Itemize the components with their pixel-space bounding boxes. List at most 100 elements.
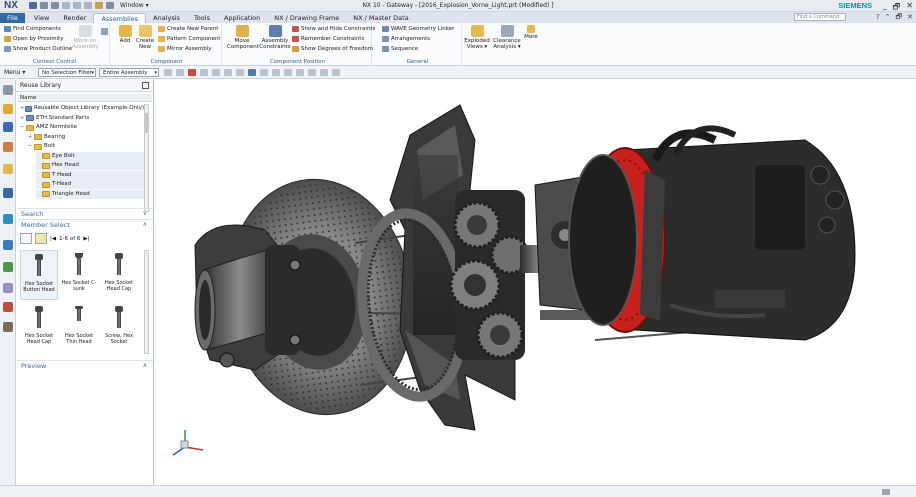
deselect-icon[interactable] (176, 68, 184, 76)
sequence-button[interactable]: Sequence (382, 46, 418, 52)
select-faces-icon[interactable] (200, 68, 208, 76)
part-navigator-icon[interactable] (3, 142, 13, 152)
tree-scrollbar[interactable] (144, 104, 149, 212)
save-icon[interactable] (29, 2, 37, 9)
assembly-constraints-button[interactable]: Assembly Constraints (259, 25, 291, 50)
rotate-icon[interactable] (284, 68, 292, 76)
mirror-assembly-button[interactable]: Mirror Assembly (158, 46, 211, 52)
tree-node[interactable]: + ETH Standard Parts (20, 114, 144, 123)
member-item[interactable]: Hex Socket Button Head (20, 250, 58, 300)
add-component-button[interactable]: Add (116, 25, 134, 44)
find-components-button[interactable]: Find Components (4, 26, 61, 32)
layer-icon[interactable] (332, 68, 340, 76)
selection-filter-dropdown[interactable]: No Selection Filter (38, 67, 96, 77)
member-select-section-header[interactable]: Member Select ∧ (17, 219, 153, 229)
electric-motor[interactable] (568, 125, 856, 341)
tab-drawing-frame[interactable]: NX / Drawing Frame (267, 13, 346, 23)
more-button[interactable]: More (523, 25, 539, 40)
tree-node[interactable]: T Head (36, 170, 144, 180)
context-tools-icon[interactable] (101, 28, 108, 35)
filter-dropdown[interactable] (35, 233, 47, 244)
history-icon[interactable] (3, 240, 13, 250)
window-menu[interactable]: Window ▾ (120, 2, 149, 9)
process-studio-icon[interactable] (3, 283, 13, 293)
tree-node[interactable]: Hex Head (36, 161, 144, 170)
tab-tools[interactable]: Tools (187, 13, 217, 23)
last-page-button[interactable]: ▶| (83, 236, 89, 242)
create-new-parent-button[interactable]: Create New Parent (158, 26, 218, 32)
show-product-outline-button[interactable]: Show Product Outline (4, 46, 72, 52)
fit-view-icon[interactable] (260, 68, 268, 76)
undo-icon[interactable] (40, 2, 48, 9)
cut-icon[interactable] (62, 2, 70, 9)
create-new-button[interactable]: Create New (134, 25, 156, 50)
exploded-views-button[interactable]: Exploded Views ▾ (464, 25, 490, 50)
find-command-input[interactable]: Find a Command (794, 13, 846, 21)
zoom-icon[interactable] (272, 68, 280, 76)
panel-pin-icon[interactable] (142, 82, 149, 89)
tab-view[interactable]: View (27, 13, 56, 23)
copy-icon[interactable] (73, 2, 81, 9)
member-item[interactable]: Hex Socket Thin Head (60, 303, 98, 353)
tab-file[interactable]: File (0, 13, 25, 23)
touch-mode-icon[interactable] (95, 2, 103, 9)
menu-button[interactable]: Menu ▾ (4, 69, 38, 76)
lasso-icon[interactable] (236, 68, 244, 76)
member-item[interactable]: Hex Socket C-sunk (60, 250, 98, 300)
web-browser-icon[interactable] (3, 214, 13, 224)
wave-geometry-linker-button[interactable]: WAVE Geometry Linker (382, 26, 454, 32)
snap-point-icon[interactable] (224, 68, 232, 76)
view-orient-icon[interactable] (296, 68, 304, 76)
roles-icon[interactable] (3, 322, 13, 332)
graphics-window[interactable] (155, 80, 916, 485)
member-item[interactable]: Hex Socket Head Cap (20, 303, 58, 353)
settings-gear-icon[interactable] (3, 85, 13, 95)
move-component-button[interactable]: Move Component (227, 25, 259, 50)
arrangements-button[interactable]: Arrangements (382, 36, 430, 42)
constraint-navigator-icon[interactable] (3, 122, 13, 132)
clearance-analysis-button[interactable]: Clearance Analysis ▾ (492, 25, 522, 50)
search-section-header[interactable]: Search ∨ (17, 208, 153, 218)
show-hide-constraints-button[interactable]: Show and Hide Constraints (292, 26, 375, 32)
tree-node[interactable]: + Bearing (28, 133, 144, 142)
pattern-component-button[interactable]: Pattern Component (158, 36, 220, 42)
selection-scope-dropdown[interactable]: Entire Assembly (99, 67, 159, 77)
exploded-assembly-view[interactable] (155, 80, 916, 485)
render-style-icon[interactable] (248, 68, 256, 76)
first-page-button[interactable]: |◀ (50, 236, 56, 242)
shading-icon[interactable] (308, 68, 316, 76)
tree-node[interactable]: + Reusable Object Library (Example Only) (20, 104, 144, 113)
reuse-library-icon[interactable] (3, 164, 13, 174)
section-view-icon[interactable] (320, 68, 328, 76)
manufacturing-wizards-icon[interactable] (3, 302, 13, 312)
view-mode-dropdown[interactable] (20, 233, 32, 244)
tree-node[interactable]: Eye Bolt (36, 151, 144, 161)
select-edges-icon[interactable] (212, 68, 220, 76)
hd3d-tools-icon[interactable] (3, 188, 13, 198)
show-dof-button[interactable]: Show Degrees of Freedom (292, 46, 373, 52)
tab-assemblies[interactable]: Assemblies (93, 13, 147, 23)
assembly-navigator-icon[interactable] (3, 104, 13, 114)
preview-section-header[interactable]: Preview ∧ (17, 360, 153, 370)
remember-constraints-button[interactable]: Remember Constraints (292, 36, 364, 42)
wheel-hub[interactable] (194, 224, 301, 371)
tab-master-data[interactable]: NX / Master Data (346, 13, 415, 23)
tree-node[interactable]: − AMZ Normteile (20, 123, 144, 132)
member-item[interactable]: Hex Socket Head Cap (100, 250, 138, 300)
tree-node[interactable]: T-Head (36, 180, 144, 189)
tab-render[interactable]: Render (56, 13, 93, 23)
select-features-icon[interactable] (188, 68, 196, 76)
member-scrollbar[interactable] (144, 250, 149, 354)
paste-icon[interactable] (84, 2, 92, 9)
tab-analysis[interactable]: Analysis (146, 13, 187, 23)
tree-node[interactable]: − Bolt (28, 142, 144, 151)
repeat-command-icon[interactable] (106, 2, 114, 9)
tab-application[interactable]: Application (217, 13, 267, 23)
work-on-assembly-button[interactable]: Work on Assembly (72, 25, 99, 50)
open-by-proximity-button[interactable]: Open by Proximity (4, 36, 64, 42)
system-materials-icon[interactable] (3, 262, 13, 272)
status-indicator-icon[interactable] (882, 489, 890, 495)
tree-scroll-thumb[interactable] (145, 113, 148, 133)
redo-icon[interactable] (51, 2, 59, 9)
tree-node[interactable]: Triangle Head (36, 189, 144, 199)
